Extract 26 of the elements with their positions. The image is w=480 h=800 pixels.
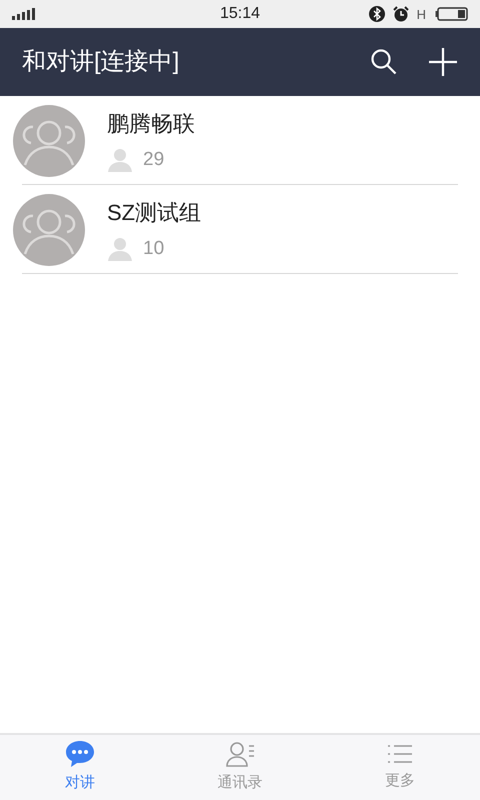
- member-count: 29: [143, 148, 164, 172]
- member-count: 10: [143, 236, 164, 261]
- group-item[interactable]: 鹏腾畅联 29: [0, 96, 480, 185]
- clock-time: 15:14: [220, 4, 260, 24]
- person-icon: [107, 148, 133, 172]
- tab[interactable]: 通讯录: [160, 735, 320, 800]
- bluetooth-icon: [368, 6, 385, 22]
- person-icon: [107, 237, 133, 261]
- search-icon: [370, 48, 398, 76]
- signal-icon: [12, 8, 38, 20]
- plus-icon: [428, 47, 458, 77]
- add-button[interactable]: [428, 47, 458, 77]
- app-title: 和对讲[连接中]: [22, 47, 180, 77]
- battery-icon: [434, 7, 468, 21]
- group-avatar-icon: [13, 194, 85, 266]
- group-item[interactable]: SZ测试组 10: [0, 185, 480, 274]
- tab[interactable]: 对讲: [0, 735, 160, 800]
- network-type: H: [416, 8, 426, 20]
- chat-bubble-icon: [64, 740, 96, 768]
- tab[interactable]: 更多: [320, 735, 480, 800]
- group-name: SZ测试组: [107, 198, 202, 227]
- group-avatar-icon: [13, 104, 85, 176]
- alarm-clock-icon: [392, 6, 409, 22]
- contacts-icon: [225, 740, 255, 768]
- search-button[interactable]: [370, 48, 398, 76]
- group-name: 鹏腾畅联: [107, 110, 195, 138]
